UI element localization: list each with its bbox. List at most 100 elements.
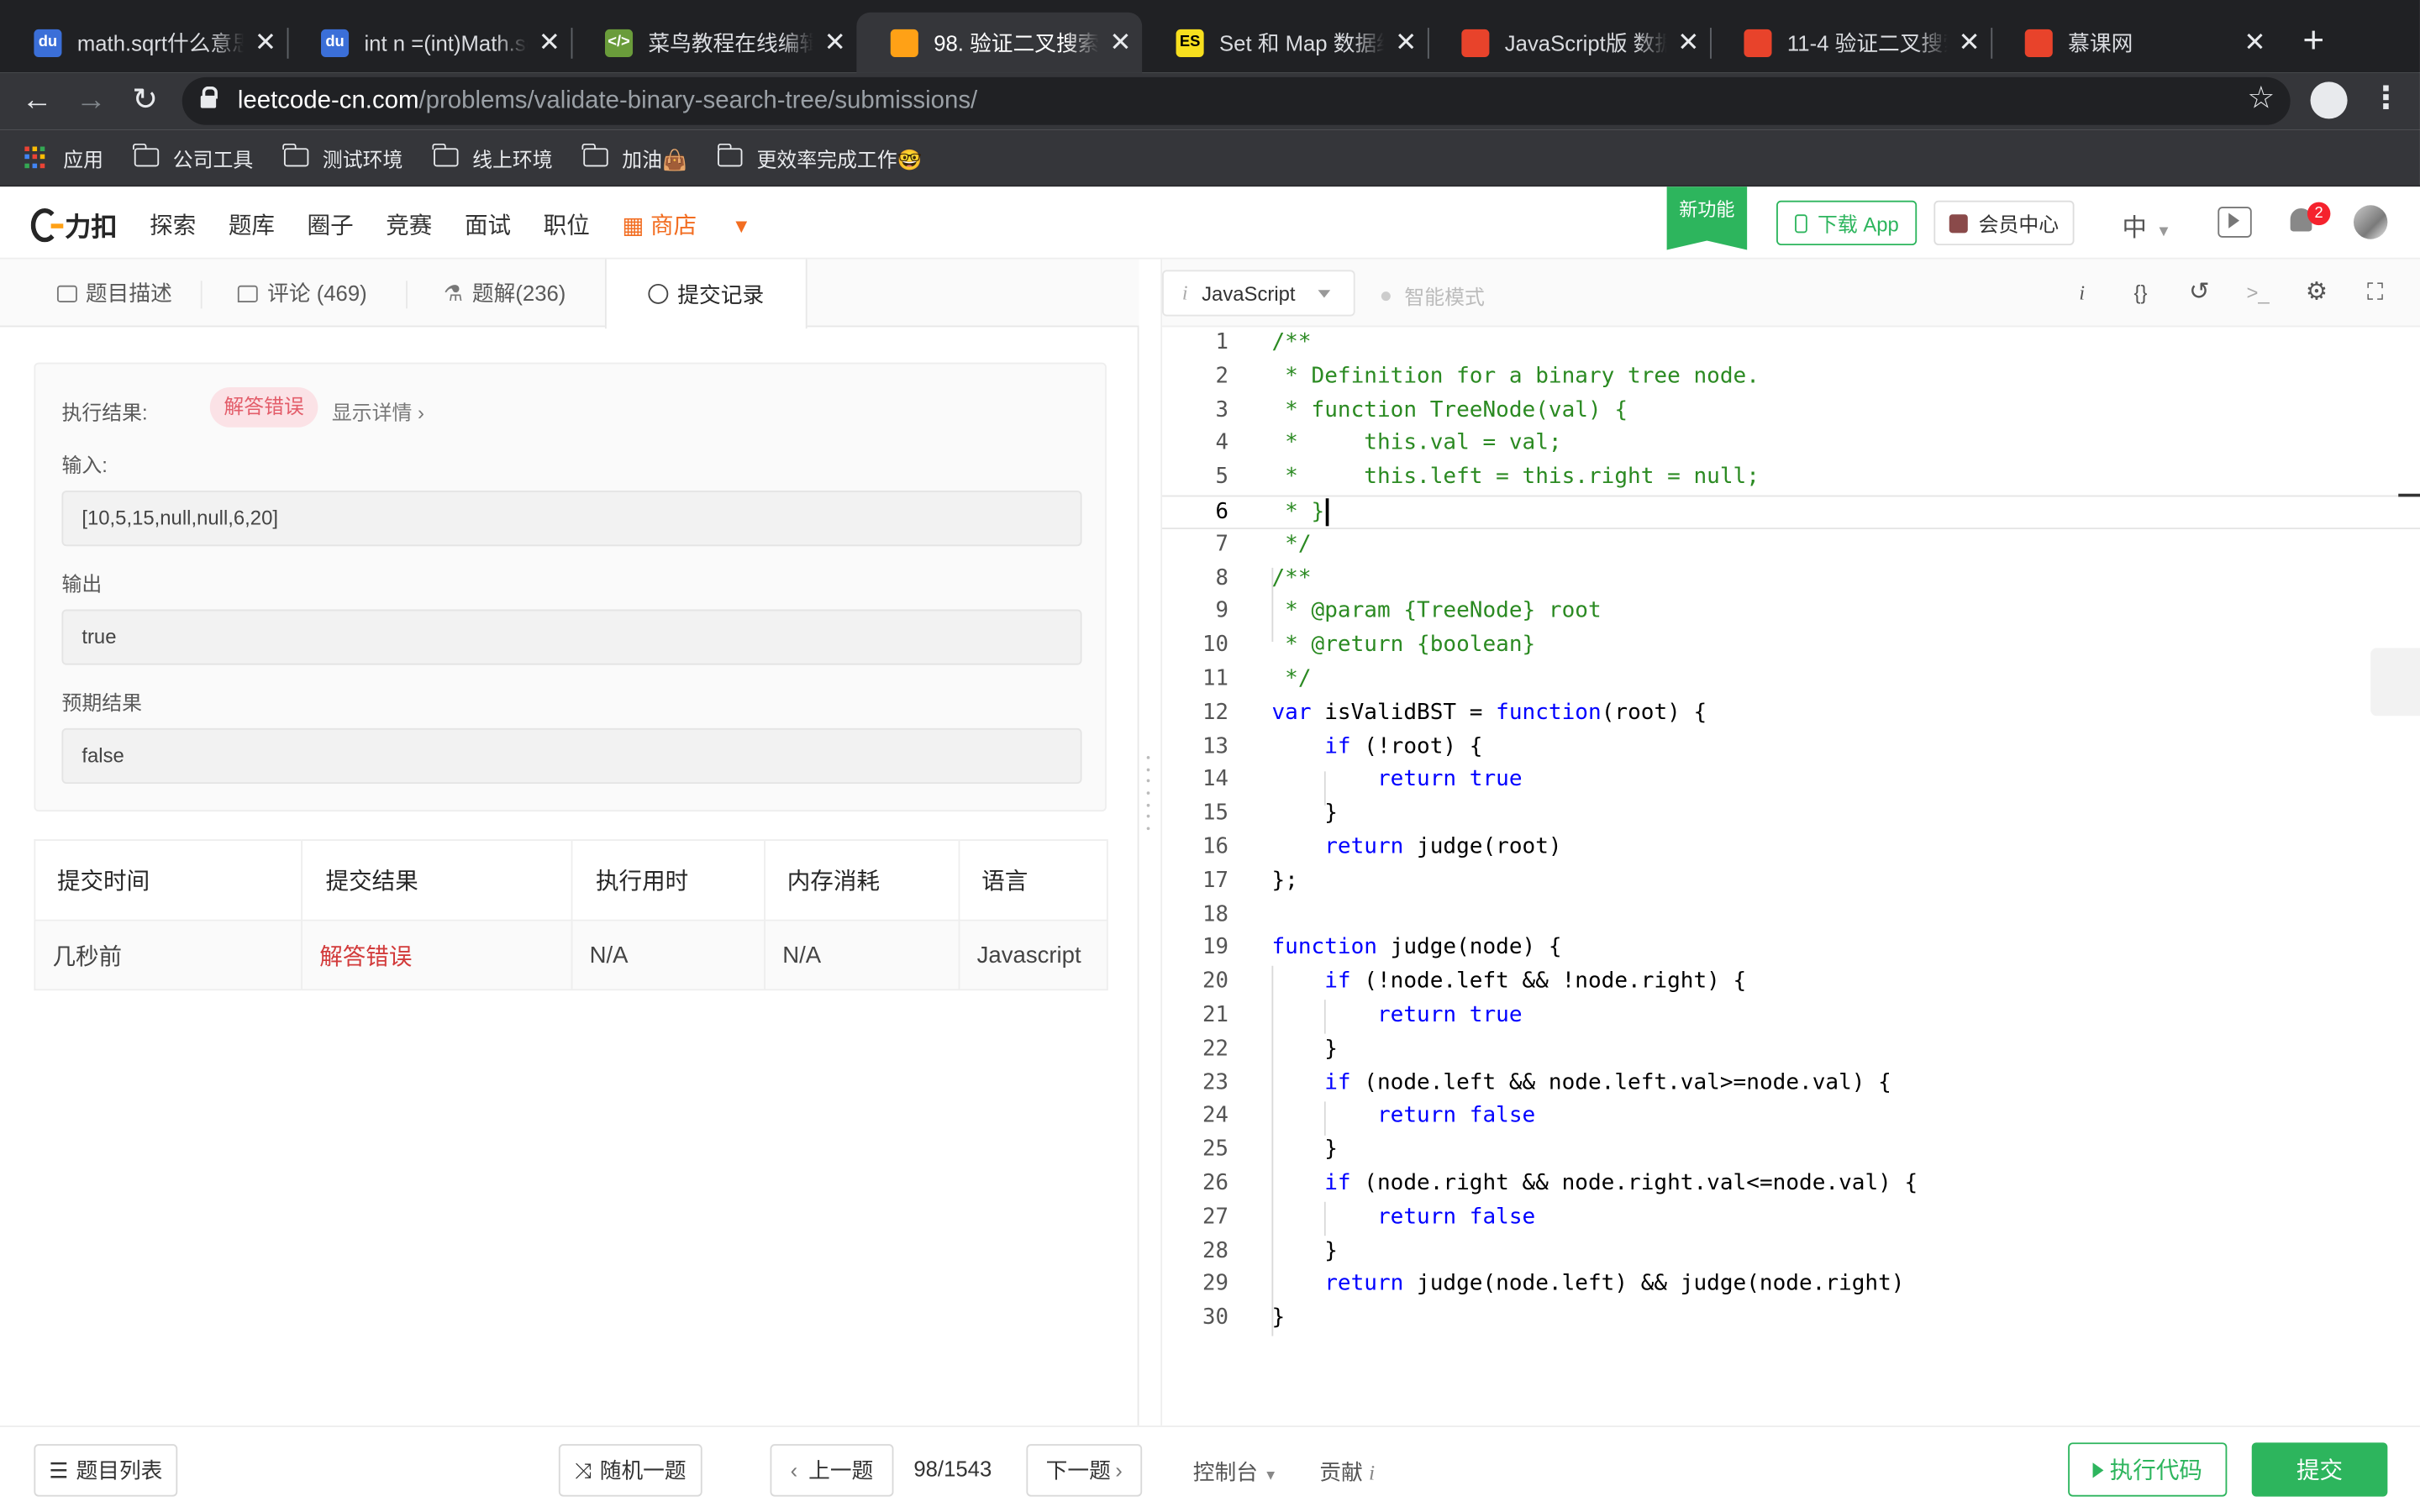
browser-tab[interactable]: 11-4 验证二叉搜索树✕ (1710, 13, 1991, 73)
bookmark-folder[interactable]: 更效率完成工作🤓 (717, 143, 922, 172)
smart-mode-toggle[interactable]: 智能模式 (1381, 281, 1485, 310)
close-icon[interactable]: ✕ (1667, 27, 1710, 58)
browser-tab[interactable]: 98. 验证二叉搜索树✕ (856, 12, 1143, 73)
nav-contest[interactable]: 竞赛 (386, 208, 432, 241)
bookmark-apps[interactable]: 应用 (24, 143, 103, 172)
close-icon[interactable]: ✕ (1099, 27, 1142, 58)
close-icon[interactable]: ✕ (528, 27, 571, 58)
close-icon[interactable]: ✕ (1948, 27, 1991, 58)
forward-arrow-icon[interactable]: → (70, 79, 113, 122)
code-line[interactable]: 24 return false (1162, 1100, 2420, 1134)
close-icon[interactable]: ✕ (2233, 27, 2276, 58)
code-line[interactable]: 19 function judge(node) { (1162, 932, 2420, 966)
problem-list-button[interactable]: ☰ 题目列表 (34, 1444, 178, 1497)
close-icon[interactable]: ✕ (813, 27, 856, 58)
code-line[interactable]: 21 return true (1162, 1000, 2420, 1033)
random-problem-button[interactable]: ⤨ 随机一题 (558, 1444, 702, 1497)
close-icon[interactable]: ✕ (244, 27, 287, 58)
code-line[interactable]: 16 return judge(root) (1162, 832, 2420, 865)
bookmark-folder[interactable]: 线上环境 (433, 143, 553, 172)
bookmark-star-icon[interactable]: ☆ (2247, 79, 2275, 118)
fullscreen-icon[interactable]: ⛶ (2360, 278, 2391, 309)
code-line[interactable]: 13 if (!root) { (1162, 731, 2420, 764)
profile-icon[interactable] (2310, 81, 2348, 119)
settings-icon[interactable]: ⚙ (2302, 278, 2333, 309)
bookmark-folder[interactable]: 公司工具 (133, 143, 253, 172)
new-tab-button[interactable]: + (2293, 18, 2333, 65)
member-center-button[interactable]: 会员中心 (1933, 200, 2075, 246)
tab-solutions[interactable]: ⚗ 题解(236) (420, 260, 590, 328)
terminal-icon[interactable]: >_ (2243, 278, 2274, 309)
code-line[interactable]: 12 var isValidBST = function(root) { (1162, 697, 2420, 731)
nav-problems[interactable]: 题库 (229, 208, 275, 241)
code-line[interactable]: 8 /** (1162, 563, 2420, 596)
browser-tab[interactable]: 慕课网 ✕ (1991, 13, 2276, 73)
side-panel-tab[interactable] (2370, 648, 2420, 717)
tab-description[interactable]: 题目描述 (31, 260, 197, 328)
code-line[interactable]: 23 if (node.left && node.left.val>=node.… (1162, 1067, 2420, 1100)
browser-tab[interactable]: du int n =(int)Math.sq ✕ (287, 13, 571, 73)
code-line[interactable]: 1 /** (1162, 327, 2420, 360)
code-line[interactable]: 10 * @return {boolean} (1162, 630, 2420, 664)
nav-jobs[interactable]: 职位 (544, 208, 590, 241)
tab-submissions[interactable]: 提交记录 (604, 259, 808, 329)
code-line[interactable]: 26 if (node.right && node.right.val<=nod… (1162, 1168, 2420, 1201)
code-line[interactable]: 30} (1162, 1303, 2420, 1336)
tab-comments[interactable]: 评论 (469) (216, 260, 389, 328)
new-feature-ribbon[interactable]: 新功能 (1666, 186, 1748, 250)
browser-tab[interactable]: du math.sqrt什么意思 ✕ (0, 13, 287, 73)
leetcode-logo[interactable]: 力扣 (30, 205, 118, 244)
browser-tab[interactable]: ES Set 和 Map 数据结构✕ (1142, 13, 1428, 73)
info-icon[interactable]: i (2066, 278, 2097, 309)
back-arrow-icon[interactable]: ← (15, 79, 58, 122)
code-line[interactable]: 14 return true (1162, 764, 2420, 798)
download-app-button[interactable]: 下载 App (1776, 200, 1918, 246)
code-area[interactable]: 1 /** 2 * Definition for a binary tree nod… (1162, 327, 2420, 1425)
format-braces-icon[interactable]: {} (2125, 278, 2156, 309)
code-line[interactable]: 17}; (1162, 865, 2420, 899)
browser-tab[interactable]: JavaScript版 数据结构✕ (1428, 13, 1710, 73)
console-toggle[interactable]: 控制台 ▼ (1193, 1457, 1278, 1488)
address-bar[interactable]: leetcode-cn.com/problems/validate-binary… (182, 76, 2291, 125)
prev-problem-button[interactable]: ‹ 上一题 (770, 1444, 894, 1497)
code-line[interactable]: 7 */ (1162, 529, 2420, 563)
browser-menu-icon[interactable]: ⋮ (2370, 79, 2402, 118)
language-select[interactable]: i JavaScript (1162, 270, 1355, 317)
close-icon[interactable]: ✕ (1385, 27, 1428, 58)
avatar[interactable] (2353, 205, 2388, 239)
code-line[interactable]: 29 return judge(node.left) && judge(node… (1162, 1268, 2420, 1302)
code-line[interactable]: 22 } (1162, 1033, 2420, 1067)
next-problem-button[interactable]: 下一题 › (1026, 1444, 1143, 1497)
code-line[interactable]: 15 } (1162, 798, 2420, 832)
nav-shop[interactable]: ▦ 商店 ▾ (622, 208, 747, 241)
nav-circle[interactable]: 圈子 (308, 208, 354, 241)
bookmark-folder[interactable]: 加油👜 (582, 143, 687, 172)
code-line[interactable]: 18 (1162, 899, 2420, 932)
table-row[interactable]: 几秒前 解答错误 N/A N/A Javascript (34, 920, 1108, 990)
code-line[interactable]: 3 * function TreeNode(val) { (1162, 394, 2420, 428)
reload-icon[interactable]: ↻ (124, 79, 166, 122)
code-line[interactable]: 11 */ (1162, 664, 2420, 697)
code-line[interactable]: 2 * Definition for a binary tree node. (1162, 360, 2420, 394)
contribute-link[interactable]: 贡献 i (1319, 1457, 1375, 1488)
panel-resize-handle[interactable] (1146, 755, 1152, 831)
nav-interview[interactable]: 面试 (465, 208, 511, 241)
bookmark-folder[interactable]: 测试环境 (282, 143, 402, 172)
nav-explore[interactable]: 探索 (150, 208, 196, 241)
code-line[interactable]: 5 * this.left = this.right = null; (1162, 462, 2420, 496)
submit-result-cell[interactable]: 解答错误 (302, 920, 573, 990)
code-line[interactable]: 4 * this.val = val; (1162, 428, 2420, 461)
run-code-button[interactable]: 执行代码 (2068, 1442, 2228, 1497)
code-line[interactable]: 27 return false (1162, 1201, 2420, 1235)
submit-button[interactable]: 提交 (2251, 1442, 2388, 1497)
language-switch[interactable]: 中 ▼ (2122, 207, 2171, 244)
code-line[interactable]: 20 if (!node.left && !node.right) { (1162, 966, 2420, 1000)
url-text[interactable]: leetcode-cn.com/problems/validate-binary… (238, 87, 977, 115)
code-line[interactable]: 9 * @param {TreeNode} root (1162, 596, 2420, 630)
reset-icon[interactable]: ↺ (2184, 278, 2215, 309)
code-line[interactable]: 28 } (1162, 1235, 2420, 1268)
code-line[interactable]: 6 * } (1162, 495, 2420, 529)
code-line[interactable]: 25 } (1162, 1134, 2420, 1168)
playground-icon[interactable] (2217, 207, 2252, 238)
show-details-link[interactable]: 显示详情 › (332, 396, 424, 426)
